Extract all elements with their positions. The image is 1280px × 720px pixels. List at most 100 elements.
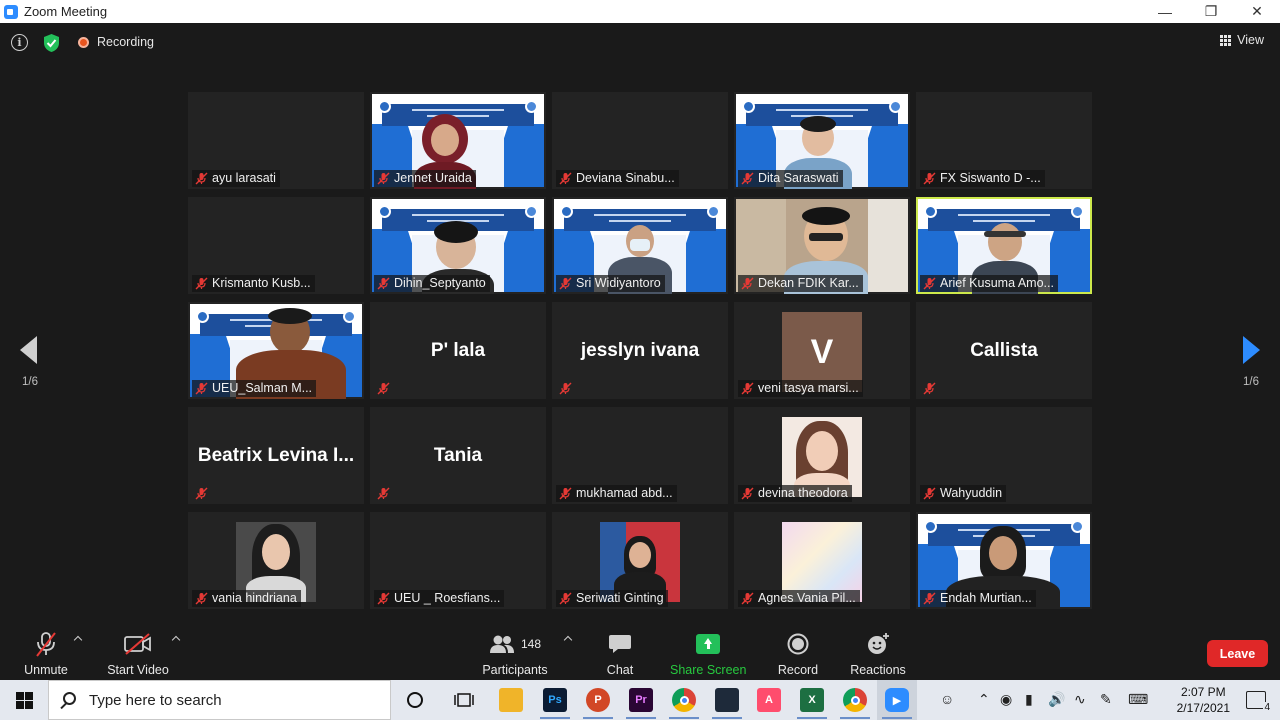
muted-mic-icon — [559, 277, 572, 290]
muted-mic-icon — [741, 277, 754, 290]
participant-tile[interactable]: UEU _ Roesfians... — [370, 512, 546, 609]
maximize-button[interactable]: ❐ — [1188, 0, 1234, 23]
excel-icon[interactable]: X — [800, 688, 824, 712]
participant-tile[interactable]: UEU_Salman M... — [188, 302, 364, 399]
people-icon[interactable]: ☺ — [940, 691, 954, 707]
keyboard-icon[interactable]: ⌨ — [1128, 691, 1148, 708]
participant-display-name: P' lala — [430, 340, 486, 361]
participant-tile[interactable]: Sri Widiyantoro — [552, 197, 728, 294]
participant-name-label: Krismanto Kusb... — [192, 275, 315, 292]
participant-name-label: Dita Saraswati — [738, 170, 843, 187]
participant-tile[interactable]: P' lala — [370, 302, 546, 399]
zoom-taskbar-icon[interactable]: ▶ — [885, 688, 909, 712]
participant-tile[interactable]: Dita Saraswati — [734, 92, 910, 189]
participant-tile[interactable]: Deviana Sinabu... — [552, 92, 728, 189]
participant-display-name: Tania — [433, 445, 483, 466]
participant-name-label: ayu larasati — [192, 170, 280, 187]
close-button[interactable]: ✕ — [1234, 0, 1280, 23]
action-center-icon[interactable]: 4 — [1246, 691, 1271, 713]
editor-app-icon[interactable] — [715, 688, 739, 712]
unmute-label: Unmute — [24, 663, 68, 677]
participant-tile[interactable]: ayu larasati — [188, 92, 364, 189]
page-indicator-left: 1/6 — [22, 376, 38, 388]
window-titlebar: Zoom Meeting — ❐ ✕ — [0, 0, 1280, 23]
participant-tile[interactable]: Agnes Vania Pil... — [734, 512, 910, 609]
encryption-shield-icon[interactable] — [42, 33, 61, 53]
participant-tile[interactable]: devina theodora — [734, 407, 910, 504]
participant-count: 148 — [520, 637, 542, 651]
participant-tile[interactable]: mukhamad abd... — [552, 407, 728, 504]
adobe-app-icon[interactable]: A — [757, 688, 781, 712]
windows-taskbar: Type here to search Ps P Pr A X ▶ ☺ ⌃ ◉ … — [0, 680, 1280, 720]
participant-tile-active-speaker[interactable]: Arief Kusuma Amo... — [916, 197, 1092, 294]
show-hidden-icons-chevron-icon[interactable]: ⌃ — [978, 691, 990, 708]
muted-mic-icon — [377, 487, 390, 500]
leave-meeting-button[interactable]: Leave — [1207, 640, 1268, 667]
chat-bubble-icon — [609, 635, 631, 653]
audio-options-chevron-icon[interactable] — [73, 635, 83, 645]
clock-date: 2/17/2021 — [1176, 701, 1230, 715]
page-indicator-right: 1/6 — [1243, 376, 1259, 388]
participant-tile[interactable]: FX Siswanto D -... — [916, 92, 1092, 189]
participants-label: Participants — [482, 663, 548, 677]
muted-mic-icon — [559, 592, 572, 605]
participant-tile[interactable]: V veni tasya marsi... — [734, 302, 910, 399]
previous-page-arrow-icon[interactable] — [20, 336, 37, 364]
participant-tile[interactable]: Tania — [370, 407, 546, 504]
battery-icon[interactable]: ▮ — [1025, 691, 1033, 708]
participant-name-label: veni tasya marsi... — [738, 380, 863, 397]
participant-tile[interactable]: jesslyn ivana — [552, 302, 728, 399]
participant-tile[interactable]: Seriwati Ginting — [552, 512, 728, 609]
chrome-icon[interactable] — [672, 688, 696, 712]
task-view-icon[interactable] — [454, 691, 474, 709]
video-options-chevron-icon[interactable] — [171, 635, 181, 645]
next-page-arrow-icon[interactable] — [1243, 336, 1260, 364]
participant-display-name: Callista — [970, 340, 1038, 361]
unmute-button[interactable]: Unmute — [20, 629, 72, 677]
participant-name-label — [374, 380, 392, 397]
view-label: View — [1237, 33, 1264, 47]
powerpoint-icon[interactable]: P — [586, 688, 610, 712]
file-explorer-icon[interactable] — [499, 688, 523, 712]
participant-tile[interactable]: Callista — [916, 302, 1092, 399]
participant-tile[interactable]: Jennet Uraida — [370, 92, 546, 189]
photoshop-icon[interactable]: Ps — [543, 688, 567, 712]
participant-tile[interactable]: Dekan FDIK Kar... — [734, 197, 910, 294]
share-screen-button[interactable]: Share Screen — [670, 629, 746, 677]
start-video-button[interactable]: Start Video — [104, 629, 172, 677]
antivirus-tray-icon[interactable]: ◉ — [1000, 691, 1012, 708]
participant-name-label — [192, 485, 210, 502]
view-button[interactable]: View — [1220, 33, 1264, 47]
pen-icon[interactable]: ✎ — [1100, 691, 1112, 708]
search-placeholder: Type here to search — [89, 692, 222, 709]
muted-mic-icon — [741, 382, 754, 395]
participant-tile[interactable]: Beatrix Levina I... — [188, 407, 364, 504]
taskbar-search-box[interactable]: Type here to search — [48, 680, 391, 720]
chat-button[interactable]: Chat — [602, 629, 638, 677]
participant-tile[interactable]: Krismanto Kusb... — [188, 197, 364, 294]
muted-mic-icon — [559, 382, 572, 395]
participant-tile[interactable]: Wahyuddin — [916, 407, 1092, 504]
participant-tile[interactable]: Endah Murtian... — [916, 512, 1092, 609]
taskbar-clock[interactable]: 2:07 PM 2/17/2021 — [1177, 684, 1230, 716]
windows-start-icon[interactable] — [16, 692, 33, 709]
muted-mic-icon — [377, 172, 390, 185]
volume-icon[interactable]: 🔊 — [1048, 691, 1065, 708]
chrome-profile-icon[interactable] — [843, 688, 867, 712]
participant-name-label: Dihin_Septyanto — [374, 275, 490, 292]
meeting-info-icon[interactable]: i — [11, 34, 28, 51]
minimize-button[interactable]: — — [1142, 0, 1188, 23]
wifi-icon[interactable]: ∿ — [1074, 691, 1086, 708]
recording-label[interactable]: Recording — [97, 35, 154, 49]
participants-options-chevron-icon[interactable] — [563, 635, 573, 645]
participants-button[interactable]: 148 Participants — [478, 629, 552, 677]
participant-name-label: FX Siswanto D -... — [920, 170, 1045, 187]
cortana-icon[interactable] — [406, 691, 424, 709]
participant-tile[interactable]: vania hindriana — [188, 512, 364, 609]
reactions-button[interactable]: Reactions — [848, 629, 908, 677]
record-button[interactable]: Record — [776, 629, 820, 677]
muted-mic-icon — [923, 592, 936, 605]
muted-mic-icon — [923, 487, 936, 500]
premiere-pro-icon[interactable]: Pr — [629, 688, 653, 712]
participant-tile[interactable]: Dihin_Septyanto — [370, 197, 546, 294]
